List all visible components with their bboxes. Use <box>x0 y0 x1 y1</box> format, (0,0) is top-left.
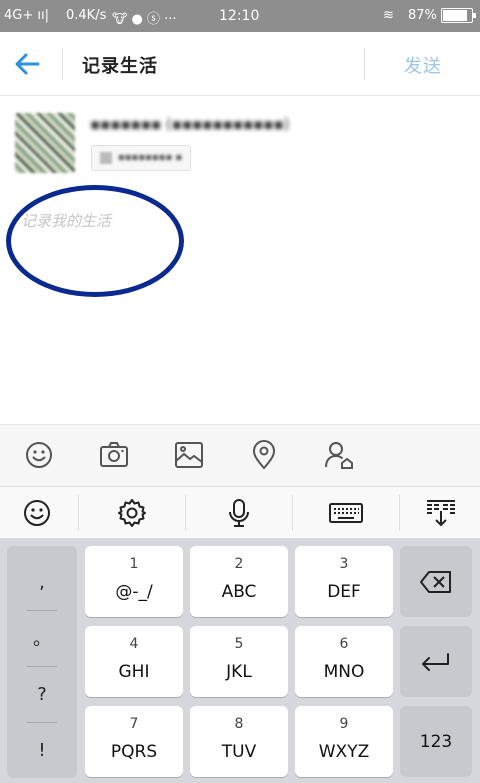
keyboard-icon <box>329 503 363 523</box>
battery-percent: 87% <box>408 8 437 23</box>
enter-icon <box>422 652 449 671</box>
microphone-icon <box>229 499 249 527</box>
key-4[interactable]: 4 GHI <box>85 626 183 697</box>
keyboard-emoji-button[interactable] <box>0 487 90 539</box>
backspace-icon <box>420 570 451 593</box>
key-number: 7 <box>129 716 139 732</box>
key-letters: DEF <box>327 582 361 602</box>
voice-input-button[interactable] <box>186 487 292 539</box>
key-letters: WXYZ <box>318 742 370 762</box>
emoji-icon <box>26 442 52 468</box>
key-letters: ABC <box>221 582 257 602</box>
settings-icon <box>118 499 146 527</box>
key-letters: JKL <box>226 662 252 682</box>
punct-key[interactable]: , <box>7 554 77 610</box>
location-icon <box>252 440 276 470</box>
key-9[interactable]: 9 WXYZ <box>295 706 393 777</box>
key-number: 6 <box>339 636 349 652</box>
emoji-icon <box>24 500 50 526</box>
key-6[interactable]: 6 MNO <box>295 626 393 697</box>
key-letters: MNO <box>323 662 365 682</box>
collapse-keyboard-icon <box>427 500 455 527</box>
collapse-keyboard-button[interactable] <box>388 487 480 539</box>
key-letters: TUV <box>221 742 257 762</box>
key-7[interactable]: 7 PQRS <box>85 706 183 777</box>
key-1[interactable]: 1 @-_/ <box>85 546 183 617</box>
keyboard-toolbar <box>0 486 480 538</box>
image-button[interactable] <box>173 439 205 471</box>
key-number: 4 <box>129 636 139 652</box>
key-letters: @-_/ <box>115 582 153 602</box>
tag-icon <box>100 152 112 164</box>
song-cover[interactable] <box>15 113 75 173</box>
punctuation-column: , 。 ? ! <box>7 546 77 778</box>
arrow-left-icon <box>15 53 40 75</box>
clock: 12:10 <box>219 8 260 24</box>
key-5[interactable]: 5 JKL <box>190 626 288 697</box>
back-button[interactable] <box>8 46 48 82</box>
camera-button[interactable] <box>98 439 130 471</box>
key-number: 1 <box>129 556 139 572</box>
key-letters: PQRS <box>110 742 158 762</box>
notification-icons: 🐮 ● ⓢ ··· <box>112 12 177 27</box>
attachment-toolbar <box>0 424 480 486</box>
network-speed: 0.4K/s <box>66 8 107 23</box>
header-divider <box>364 48 365 80</box>
mention-user-button[interactable] <box>323 439 355 471</box>
keyboard-settings-button[interactable] <box>79 487 185 539</box>
key-8[interactable]: 8 TUV <box>190 706 288 777</box>
enter-key[interactable] <box>400 626 472 697</box>
key-2[interactable]: 2 ABC <box>190 546 288 617</box>
status-bar: 4G+ ıı| 0.4K/s 🐮 ● ⓢ ··· 12:10 ≋ 87% <box>0 0 480 32</box>
battery-icon <box>441 8 476 23</box>
song-title: ▪▪▪▪▪▪▪ (▪▪▪▪▪▪▪▪▪▪▪) <box>90 115 290 133</box>
network-indicator: 4G+ ıı| <box>4 8 49 23</box>
send-button[interactable]: 发送 <box>404 52 442 78</box>
punct-key[interactable]: ? <box>7 666 77 722</box>
key-number: 2 <box>234 556 244 572</box>
key-number: 8 <box>234 716 244 732</box>
mention-user-icon <box>325 442 353 469</box>
header: 记录生活 发送 <box>0 32 480 96</box>
header-divider <box>62 48 63 80</box>
location-button[interactable] <box>248 439 280 471</box>
backspace-key[interactable] <box>400 546 472 617</box>
compose-area: ▪▪▪▪▪▪▪ (▪▪▪▪▪▪▪▪▪▪▪) ▪▪▪▪▪▪▪▪ ▪ <box>0 97 480 424</box>
song-tag[interactable]: ▪▪▪▪▪▪▪▪ ▪ <box>91 145 192 171</box>
key-number: 5 <box>234 636 244 652</box>
wifi-icon: ≋ <box>383 8 394 23</box>
post-text-input[interactable] <box>21 201 441 241</box>
emoji-button[interactable] <box>23 439 55 471</box>
punct-key[interactable]: ! <box>7 722 77 778</box>
camera-icon <box>100 442 128 467</box>
song-tag-label: ▪▪▪▪▪▪▪▪ ▪ <box>118 152 183 163</box>
t9-keyboard: , 。 ? ! 1 @-_/ 2 ABC 3 DEF 4 GHI 5 JKL 6 MNO 7… <box>0 538 480 783</box>
key-3[interactable]: 3 DEF <box>295 546 393 617</box>
punct-key[interactable]: 。 <box>7 610 77 666</box>
battery-fill <box>443 10 468 21</box>
key-letters: GHI <box>118 662 150 682</box>
page-title: 记录生活 <box>82 56 158 77</box>
key-number: 3 <box>339 556 349 572</box>
key-number: 9 <box>339 716 349 732</box>
keyboard-switch-button[interactable] <box>293 487 399 539</box>
numeric-switch-key[interactable]: 123 <box>400 706 472 777</box>
image-icon <box>175 442 203 468</box>
